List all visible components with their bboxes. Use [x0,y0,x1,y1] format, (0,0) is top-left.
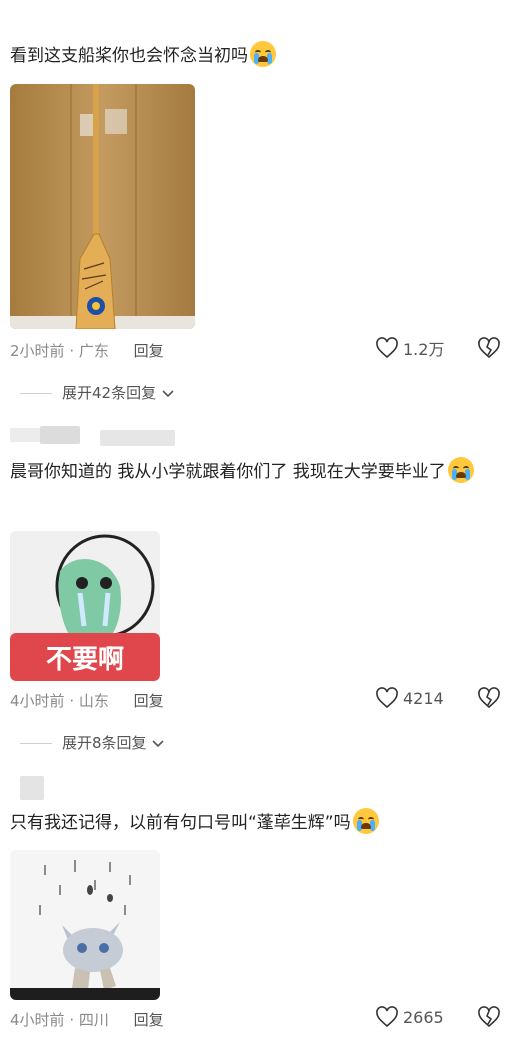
heart-icon [376,687,398,709]
comment-1-reply-button[interactable]: 回复 [134,342,164,360]
chevron-down-icon [162,389,174,397]
heart-icon [376,1006,398,1028]
comment-1-expand-replies[interactable]: 展开42条回复 [20,382,175,403]
comment-3-location: 四川 [78,1011,109,1029]
comment-2-text: 晨哥你知道的 我从小学就跟着你们了 我现在大学要毕业了 [10,456,515,489]
comment-2-like-button[interactable]: 4214 [375,686,444,710]
crying-face-emoji-icon [352,808,379,834]
comment-3-reply-button[interactable]: 回复 [134,1011,164,1029]
crying-face-emoji-icon [250,41,276,67]
comment-3-username-blurred[interactable] [20,776,44,800]
comment-2-expand-replies[interactable]: 展开8条回复 [20,732,165,753]
broken-heart-icon [478,1006,500,1028]
comment-2-dislike-button[interactable] [477,686,501,714]
comment-1-like-button[interactable]: 1.2万 [375,336,444,360]
crying-face-emoji-icon [447,457,474,483]
comment-2-location: 山东 [78,692,109,710]
comment-3-sticker-image[interactable] [10,850,160,1000]
heart-icon [376,337,398,359]
comment-1-meta: 2小时前 · 广东 回复 [10,342,164,360]
comment-1-image-paddle[interactable] [10,84,195,329]
paddle-photo [10,84,195,329]
comment-3-like-button[interactable]: 2665 [375,1005,444,1029]
sticker-caption: 不要啊 [45,645,124,675]
comment-2-username-blurred[interactable] [10,426,175,448]
comment-1-location: 广东 [78,342,109,360]
comment-3-time: 4小时前 [10,1011,65,1029]
comment-2-sticker-image[interactable]: 不要啊 [10,531,160,681]
comment-3-text: 只有我还记得，以前有句口号叫“蓬荜生辉”吗 [10,807,515,840]
comment-2-time: 4小时前 [10,692,65,710]
comment-2-meta: 4小时前 · 山东 回复 [10,692,164,710]
comment-1-text: 看到这支船桨你也会怀念当初吗 [10,40,520,73]
comment-2-like-count: 4214 [403,688,444,708]
comment-3-dislike-button[interactable] [477,1005,501,1033]
comment-3-like-count: 2665 [403,1007,444,1027]
broken-heart-icon [478,337,500,359]
broken-heart-icon [478,687,500,709]
comment-1-dislike-button[interactable] [477,336,501,364]
comment-3-meta: 4小时前 · 四川 回复 [10,1011,164,1029]
comment-2-reply-button[interactable]: 回复 [134,692,164,710]
chevron-down-icon [152,739,164,747]
comment-1-time: 2小时前 [10,342,65,360]
comment-1-like-count: 1.2万 [403,340,445,359]
rainy-cat-sticker [10,850,160,1000]
